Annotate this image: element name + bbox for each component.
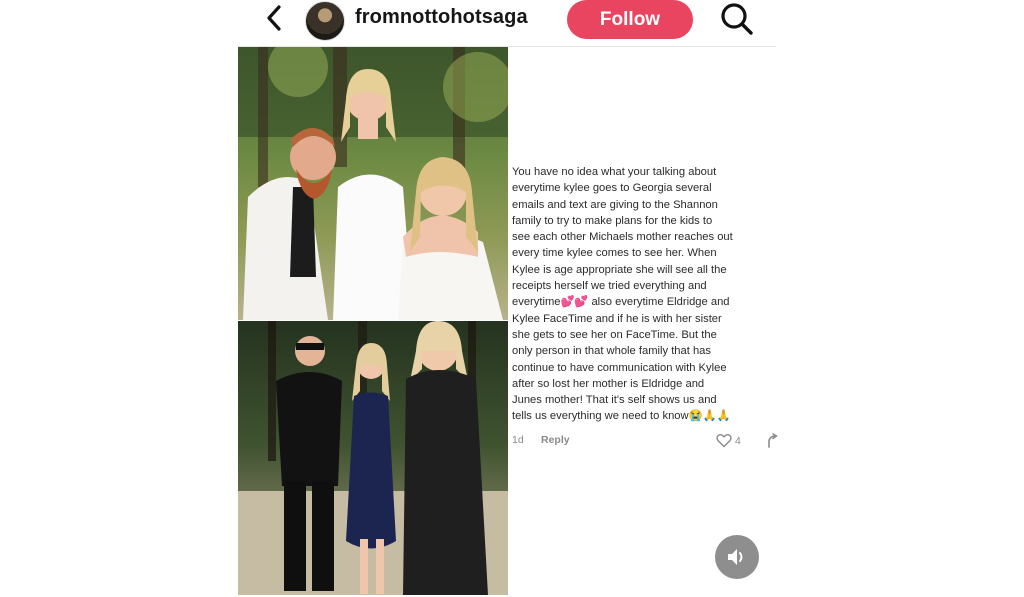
family-photo-bottom[interactable] (238, 321, 508, 595)
like-button[interactable] (716, 433, 732, 448)
chevron-left-icon (267, 5, 281, 31)
speaker-icon (728, 549, 743, 565)
search-button[interactable] (718, 1, 756, 37)
comment-time: 1d (512, 434, 524, 446)
username[interactable]: fromnottohotsaga (355, 6, 528, 29)
back-button[interactable] (262, 4, 286, 32)
avatar[interactable] (305, 1, 345, 41)
search-icon (721, 3, 753, 35)
profile-header: fromnottohotsaga Follow (0, 0, 1024, 48)
like-count: 4 (735, 435, 741, 447)
photo-bottom-illustration (238, 321, 508, 595)
reply-button[interactable]: Reply (541, 434, 570, 446)
share-icon (768, 433, 778, 448)
family-photo-top[interactable] (238, 47, 508, 320)
photo-top-illustration (238, 47, 508, 320)
comment-meta: 1d Reply 4 (512, 433, 780, 450)
comment-text: You have no idea what your talking about… (512, 166, 733, 423)
heart-icon (716, 433, 732, 448)
follow-button[interactable]: Follow (567, 0, 693, 39)
share-button[interactable] (766, 433, 778, 449)
sound-button[interactable] (715, 535, 759, 579)
